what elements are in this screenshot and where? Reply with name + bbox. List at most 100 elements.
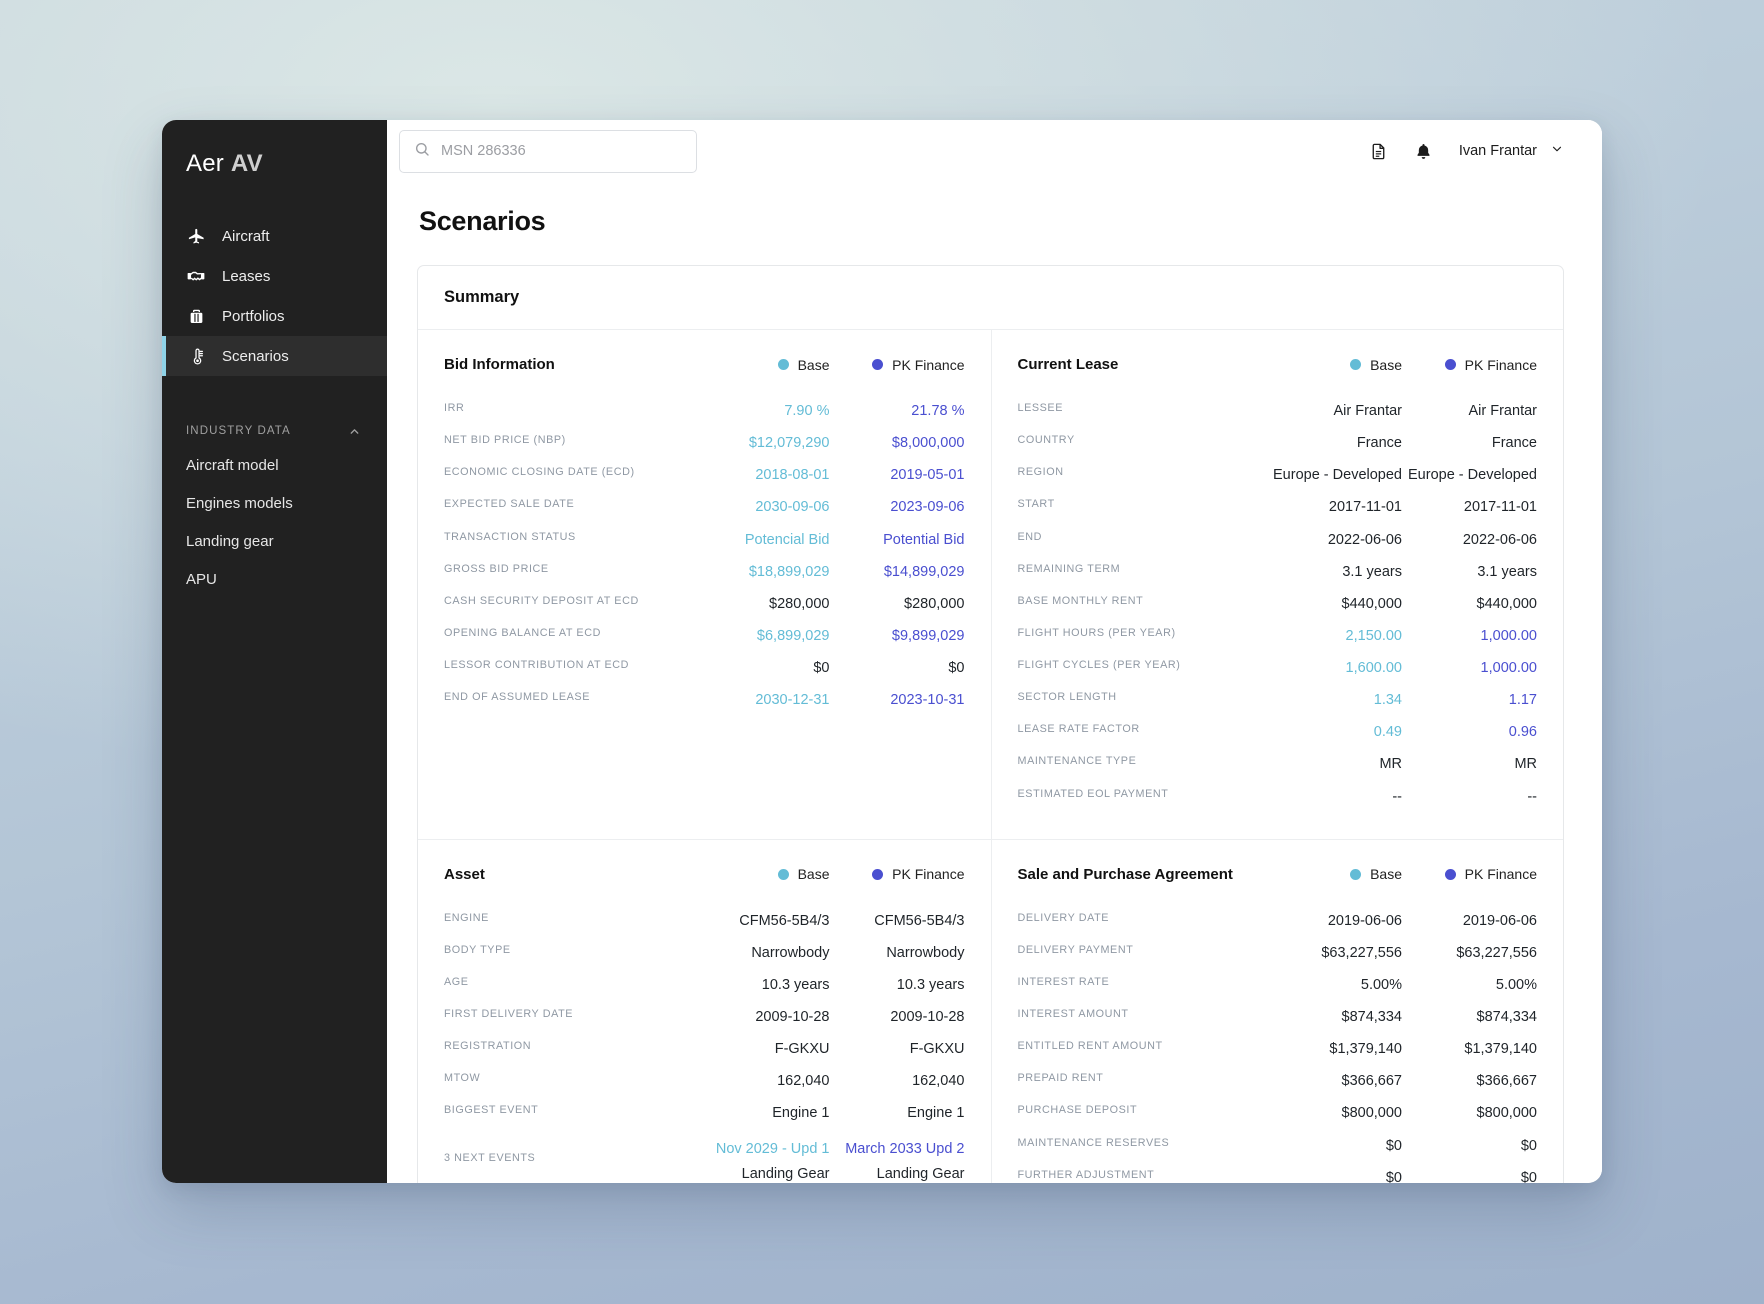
table-row: GROSS BID PRICE $18,899,029 $14,899,029 (444, 556, 965, 588)
row-value-base: $18,899,029 (748, 563, 830, 580)
table-row: DELIVERY DATE 2019-06-06 2019-06-06 (1018, 905, 1538, 937)
row-value-base: 1,600.00 (1345, 660, 1402, 676)
panel-header: Current Lease Base PK Finance (1018, 356, 1538, 373)
row-label: REGISTRATION (444, 1040, 532, 1053)
sidebar-item-portfolios[interactable]: Portfolios (162, 296, 387, 336)
panel-sale-and-purchase: Sale and Purchase Agreement Base PK Financ… (990, 839, 1564, 1183)
table-row: OPENING BALANCE AT ECD $6,899,029 $9,899,0… (444, 620, 965, 652)
row-label: ESTIMATED EOL PAYMENT (1017, 787, 1169, 800)
next-event-line: Landing Gear (876, 1165, 965, 1182)
row-value-base: CFM56-5B4/3 (739, 912, 830, 929)
table-row: REGISTRATION F-GKXU F-GKXU (444, 1033, 965, 1065)
table-row: BIGGEST EVENT Engine 1 Engine 1 (444, 1097, 965, 1129)
sidebar-section-industry-data[interactable]: INDUSTRY DATA (162, 416, 387, 446)
row-value-pk: 162,040 (912, 1073, 965, 1090)
chevron-up-icon[interactable] (348, 425, 361, 438)
row-value-base: 10.3 years (761, 976, 830, 993)
row-value-pk: $800,000 (1476, 1105, 1537, 1122)
row-value-pk: 2009-10-28 (890, 1009, 965, 1025)
table-row: PURCHASE DEPOSIT $800,000 $800,000 (1018, 1097, 1538, 1129)
legend-base-dot-icon (1350, 359, 1362, 370)
bell-icon[interactable] (1414, 142, 1433, 161)
sidebar-nav: Aircraft Leases Portfolios Scenarios (162, 216, 387, 376)
row-label: AGE (444, 975, 469, 988)
row-label: NET BID PRICE (NBP) (444, 434, 566, 447)
panel-table: DELIVERY DATE 2019-06-06 2019-06-06 DELIVER… (1018, 905, 1538, 1183)
table-row: EXPECTED SALE DATE 2030-09-06 2023-09-06 (444, 491, 965, 523)
table-row: BODY TYPE Narrowbody Narrowbody (444, 937, 965, 969)
sidebar-subitem-label: Engines models (186, 494, 293, 512)
table-row: START 2017-11-01 2017-11-01 (1018, 491, 1538, 523)
summary-grid-row-2: Asset Base PK Finance ENGINE CFM56-5B4/3 CFM5… (418, 839, 1564, 1183)
sidebar-item-label: Leases (222, 267, 271, 285)
search-box[interactable] (399, 129, 697, 173)
row-value-base: $366,667 (1341, 1073, 1402, 1090)
sidebar-item-scenarios[interactable]: Scenarios (162, 336, 387, 376)
legend-pk-dot-icon (1444, 868, 1456, 880)
row-label: PURCHASE DEPOSIT (1017, 1104, 1138, 1117)
row-label: INTEREST AMOUNT (1017, 1008, 1129, 1020)
legend-base[interactable]: Base (1267, 866, 1402, 882)
table-row: FLIGHT HOURS (PER YEAR) 2,150.00 1,000.00 (1018, 620, 1538, 652)
row-value-base: $0 (1385, 1169, 1402, 1183)
briefcase-icon (186, 306, 206, 326)
row-value-base: 162,040 (777, 1073, 830, 1090)
legend-pk[interactable]: PK Finance (1402, 357, 1537, 373)
row-value-base: 5.00% (1360, 976, 1402, 993)
sidebar-item-label: Scenarios (222, 347, 289, 365)
table-row: ENGINE CFM56-5B4/3 CFM56-5B4/3 (444, 905, 965, 937)
table-row: BASE MONTHLY RENT $440,000 $440,000 (1018, 588, 1538, 620)
row-value-pk: 21.78 % (911, 403, 965, 419)
row-label: BODY TYPE (444, 943, 511, 956)
table-row: FURTHER ADJUSTMENT $0 $0 (1018, 1162, 1538, 1183)
sidebar-subitem-label: APU (186, 570, 217, 588)
row-value-pk: $1,379,140 (1464, 1041, 1537, 1058)
row-label: FURTHER ADJUSTMENT (1017, 1168, 1155, 1181)
row-value-base: Engine 1 (772, 1105, 830, 1122)
panel-table: ENGINE CFM56-5B4/3 CFM56-5B4/3 BODY TYPE Nar… (444, 905, 965, 1183)
row-value-pk: $366,667 (1476, 1073, 1537, 1090)
summary-card: Summary Bid Information Base PK Finance IRR… (417, 265, 1564, 1183)
row-label: OPENING BALANCE AT ECD (444, 626, 601, 639)
legend-base[interactable]: Base (695, 866, 830, 882)
row-value-base: $874,334 (1341, 1009, 1402, 1025)
sidebar-subitem-apu[interactable]: APU (162, 560, 387, 598)
user-menu[interactable]: Ivan Frantar (1459, 142, 1564, 160)
row-value-base: -- (1392, 788, 1402, 805)
table-row: MAINTENANCE TYPE MR MR (1018, 748, 1538, 780)
row-label: MAINTENANCE RESERVES (1017, 1136, 1170, 1149)
row-value-pk: 0.96 (1508, 724, 1537, 741)
row-value-base: $440,000 (1341, 595, 1402, 612)
legend-pk[interactable]: PK Finance (830, 866, 965, 882)
row-value-base: Air Frantar (1333, 403, 1403, 419)
row-value-pk: 1,000.00 (1480, 660, 1537, 676)
table-row: FIRST DELIVERY DATE 2009-10-28 2009-10-28 (444, 1001, 965, 1033)
row-value-base: 3.1 years (1342, 563, 1402, 580)
row-value-pk: $874,334 (1476, 1009, 1537, 1025)
sidebar-subitem-landing-gear[interactable]: Landing gear (162, 522, 387, 560)
sidebar-item-label: Portfolios (222, 307, 285, 325)
row-label: BIGGEST EVENT (444, 1104, 539, 1117)
sidebar-item-aircraft[interactable]: Aircraft (162, 216, 387, 256)
chevron-down-icon[interactable] (1550, 142, 1564, 160)
legend-pk[interactable]: PK Finance (830, 357, 965, 373)
sidebar-subitem-aircraft-model[interactable]: Aircraft model (162, 446, 387, 484)
row-value-base: $6,899,029 (756, 627, 830, 644)
table-row: INTEREST RATE 5.00% 5.00% (1018, 969, 1538, 1001)
row-value-base: Europe - Developed (1273, 467, 1402, 484)
row-value-pk: CFM56-5B4/3 (874, 912, 965, 929)
table-row: AGE 10.3 years 10.3 years (444, 969, 965, 1001)
sidebar-subitem-engines-models[interactable]: Engines models (162, 484, 387, 522)
legend-pk[interactable]: PK Finance (1402, 866, 1537, 882)
document-icon[interactable] (1369, 142, 1388, 161)
row-value-base: Narrowbody (751, 944, 830, 961)
legend-base[interactable]: Base (695, 357, 830, 373)
legend-base[interactable]: Base (1267, 357, 1402, 373)
legend-pk-label: PK Finance (892, 866, 965, 883)
search-input[interactable] (441, 143, 682, 159)
legend-pk-dot-icon (872, 359, 884, 370)
sidebar-item-leases[interactable]: Leases (162, 256, 387, 296)
row-value-base: $0 (1385, 1137, 1402, 1154)
row-value-pk: 2023-09-06 (890, 499, 965, 516)
